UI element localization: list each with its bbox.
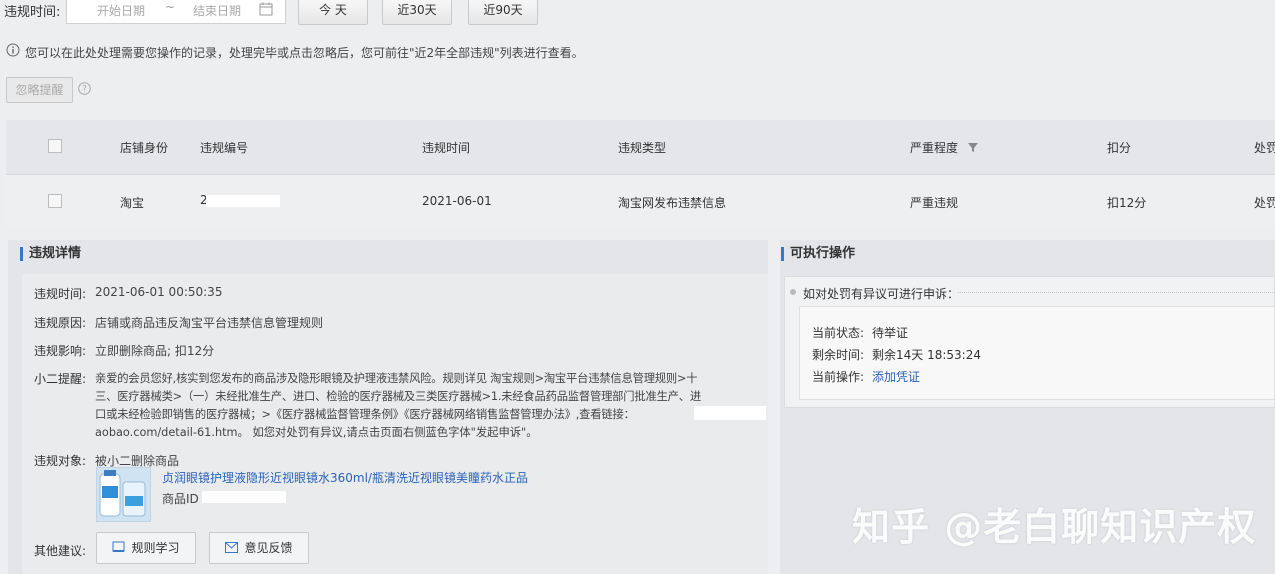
row-type: 淘宝网发布违禁信息 — [618, 196, 727, 210]
redacted-link — [694, 406, 766, 420]
impact-label: 违规影响: — [34, 344, 87, 358]
row-points: 扣12分 — [1107, 196, 1147, 210]
reason-label: 违规原因: — [34, 316, 87, 330]
date-separator: ~ — [165, 0, 176, 14]
actions-title: 可执行操作 — [781, 247, 855, 261]
svg-text:?: ? — [82, 85, 87, 95]
operation-label: 当前操作: — [812, 370, 865, 384]
header-severity[interactable]: 严重程度 — [910, 139, 958, 156]
notice-text: 您可以在此处处理需要您操作的记录，处理完毕或点击忽略后，您可前往"近2年全部违规… — [25, 46, 584, 60]
status-value: 待举证 — [872, 326, 909, 340]
header-shop: 店铺身份 — [120, 141, 169, 155]
appeal-hint: 如对处罚有异议可进行申诉： — [803, 287, 960, 301]
last90-button[interactable]: 近90天 — [468, 0, 538, 25]
product-id-label: 商品ID — [162, 492, 199, 506]
other-label: 其他建议: — [34, 544, 87, 558]
product-title-link[interactable]: 贞润眼镜护理液隐形近视眼镜水360ml/瓶清洗近视眼镜美瞳药水正品 — [162, 469, 528, 486]
product-thumbnail[interactable] — [96, 467, 151, 522]
reminder-line-2: 三、医疗器械类>（一）未经批准生产、进口、检验的医疗器械及三类医疗器械>1.未经… — [95, 390, 701, 403]
header-time: 违规时间 — [422, 141, 471, 155]
reason-value: 店铺或商品违反淘宝平台违禁信息管理规则 — [95, 316, 324, 330]
feedback-button[interactable]: 意见反馈 — [209, 532, 309, 564]
today-button[interactable]: 今 天 — [298, 0, 368, 25]
detail-title: 违规详情 — [20, 247, 81, 261]
filter-label: 违规时间: — [4, 5, 61, 20]
help-icon[interactable]: ? — [78, 82, 91, 98]
redacted-product-id — [202, 491, 286, 503]
header-penalty: 处罚 — [1254, 141, 1275, 155]
table-header: 店铺身份 违规编号 违规时间 违规类型 严重程度 扣分 处罚 — [6, 120, 1275, 174]
info-icon — [6, 43, 20, 60]
header-id: 违规编号 — [200, 141, 249, 155]
reminder-label: 小二提醒: — [34, 372, 87, 386]
remaining-label: 剩余时间: — [812, 348, 865, 362]
redacted-id — [206, 195, 280, 207]
row-time: 2021-06-01 — [422, 194, 492, 208]
object-label: 违规对象: — [34, 454, 87, 468]
time-label: 违规时间: — [34, 287, 87, 301]
last30-button[interactable]: 近30天 — [382, 0, 452, 25]
dotted-divider — [958, 292, 1275, 293]
row-severity: 严重违规 — [910, 196, 959, 210]
header-type: 违规类型 — [618, 141, 667, 155]
rules-learning-button[interactable]: 规则学习 — [96, 532, 196, 564]
end-date-input[interactable]: 结束日期 — [193, 2, 241, 19]
filter-icon[interactable] — [967, 141, 979, 156]
feedback-label: 意见反馈 — [244, 541, 293, 555]
reminder-line-1: 亲爱的会员您好,核实到您发布的商品涉及隐形眼镜及护理液违禁风险。规则详见 淘宝规… — [95, 372, 698, 385]
row-shop: 淘宝 — [120, 196, 145, 210]
bullet-dot — [790, 289, 796, 295]
row-checkbox[interactable] — [48, 194, 62, 208]
row-penalty: 处罚 — [1254, 196, 1275, 210]
add-evidence-link[interactable]: 添加凭证 — [872, 368, 920, 385]
status-label: 当前状态: — [812, 326, 865, 340]
start-date-input[interactable]: 开始日期 — [97, 2, 145, 19]
time-value: 2021-06-01 00:50:35 — [95, 285, 223, 299]
select-all-checkbox[interactable] — [48, 139, 62, 153]
ignore-reminder-button[interactable]: 忽略提醒 — [6, 77, 73, 103]
calendar-icon[interactable] — [259, 2, 273, 19]
watermark: 知乎 @老白聊知识产权 — [852, 505, 1257, 549]
book-icon — [112, 534, 125, 564]
remaining-value: 剩余14天 18:53:24 — [872, 348, 981, 362]
date-range-picker[interactable]: 开始日期 ~ 结束日期 — [66, 0, 286, 24]
impact-value: 立即删除商品; 扣12分 — [95, 344, 215, 358]
rules-learning-label: 规则学习 — [131, 541, 180, 555]
status-box — [799, 306, 1275, 400]
mail-icon — [225, 534, 239, 564]
reminder-line-3: 口或未经检验即销售的医疗器械；>《医疗器械监督管理条例》《医疗器械网络销售监督管… — [95, 408, 635, 421]
reminder-line-4: aobao.com/detail-61.htm。 如您对处罚有异议,请点击页面右… — [95, 426, 538, 439]
header-points: 扣分 — [1107, 141, 1132, 155]
table-row[interactable]: 淘宝 2 2021-06-01 淘宝网发布违禁信息 严重违规 扣12分 处罚 — [6, 174, 1275, 228]
